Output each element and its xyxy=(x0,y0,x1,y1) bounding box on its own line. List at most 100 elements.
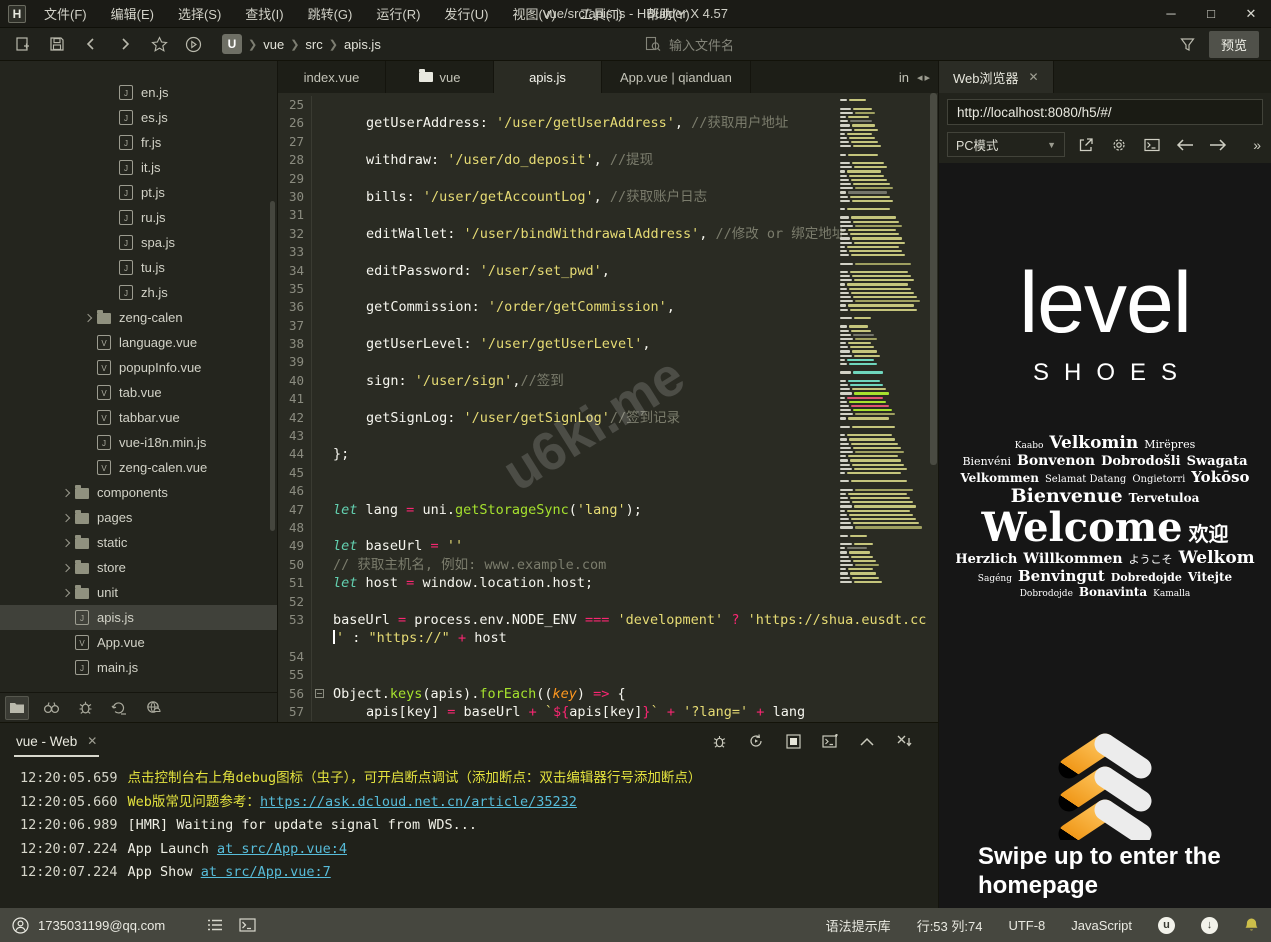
run-button[interactable] xyxy=(178,31,208,57)
code-area[interactable]: 2526getUserAddress: '/user/getUserAddres… xyxy=(278,93,938,722)
menu-T[interactable]: 工具(T) xyxy=(570,1,633,26)
fold-gutter[interactable] xyxy=(312,611,326,629)
fold-gutter[interactable] xyxy=(312,648,326,666)
browser-tab-close-icon[interactable]: ✕ xyxy=(1029,70,1039,84)
menu-E[interactable]: 编辑(E) xyxy=(101,1,164,26)
svn-refresh-icon[interactable] xyxy=(107,696,131,720)
preview-button[interactable]: 预览 xyxy=(1209,31,1259,58)
line-number[interactable]: 43 xyxy=(278,427,312,445)
bookmark-star-button[interactable] xyxy=(144,31,174,57)
line-number[interactable]: 32 xyxy=(278,225,312,243)
files-panel-icon[interactable] xyxy=(5,696,29,720)
tree-item-zeng-calen.vue[interactable]: Vzeng-calen.vue xyxy=(0,455,277,480)
line-number[interactable]: 38 xyxy=(278,335,312,353)
tree-item-unit[interactable]: unit xyxy=(0,580,277,605)
fold-gutter[interactable] xyxy=(312,666,326,684)
line-number[interactable]: 47 xyxy=(278,501,312,519)
browser-tab[interactable]: Web浏览器 ✕ xyxy=(939,61,1054,93)
web-service-icon[interactable] xyxy=(141,696,165,720)
menu-S[interactable]: 选择(S) xyxy=(168,1,231,26)
browser-viewport[interactable]: level SHOES KaaboVelkominMirëpresBienvén… xyxy=(939,163,1271,908)
menu-R[interactable]: 运行(R) xyxy=(366,1,430,26)
browser-forward-icon[interactable] xyxy=(1206,133,1230,157)
editor-scrollbar[interactable] xyxy=(930,93,937,465)
menu-G[interactable]: 跳转(G) xyxy=(298,1,363,26)
tree-item-tabbar.vue[interactable]: Vtabbar.vue xyxy=(0,405,277,430)
tree-item-components[interactable]: components xyxy=(0,480,277,505)
console-new-terminal-icon[interactable] xyxy=(820,731,840,751)
fold-gutter[interactable] xyxy=(312,685,326,703)
console-stop-icon[interactable] xyxy=(783,731,803,751)
debug-panel-icon[interactable] xyxy=(73,696,97,720)
line-number[interactable]: 29 xyxy=(278,170,312,188)
tree-item-en.js[interactable]: Jen.js xyxy=(0,80,277,105)
minimize-button[interactable]: ─ xyxy=(1151,0,1191,27)
browser-settings-gear-icon[interactable] xyxy=(1107,133,1131,157)
breadcrumb-item[interactable]: src xyxy=(305,37,322,52)
line-number[interactable]: 53 xyxy=(278,611,312,629)
tree-item-es.js[interactable]: Jes.js xyxy=(0,105,277,130)
console-collapse-icon[interactable] xyxy=(857,731,877,751)
tree-item-tab.vue[interactable]: Vtab.vue xyxy=(0,380,277,405)
fold-gutter[interactable] xyxy=(312,188,326,206)
line-number[interactable]: 51 xyxy=(278,574,312,592)
tree-item-ru.js[interactable]: Jru.js xyxy=(0,205,277,230)
breadcrumb-item[interactable]: apis.js xyxy=(344,37,381,52)
filter-icon[interactable] xyxy=(1180,37,1195,52)
browser-back-icon[interactable] xyxy=(1173,133,1197,157)
line-number[interactable]: 40 xyxy=(278,372,312,390)
close-button[interactable]: ✕ xyxy=(1231,0,1271,27)
fold-gutter[interactable] xyxy=(312,133,326,151)
fold-gutter[interactable] xyxy=(312,464,326,482)
encoding-label[interactable]: UTF-8 xyxy=(1008,918,1045,933)
editor-tab-index.vue[interactable]: index.vue xyxy=(278,61,386,93)
menu-F[interactable]: 文件(F) xyxy=(34,1,97,26)
browser-console-icon[interactable] xyxy=(1140,133,1164,157)
fold-collapse-icon[interactable] xyxy=(315,689,324,698)
forward-button[interactable] xyxy=(110,31,140,57)
tree-item-language.vue[interactable]: Vlanguage.vue xyxy=(0,330,277,355)
fold-gutter[interactable] xyxy=(312,280,326,298)
fold-gutter[interactable] xyxy=(312,390,326,408)
line-number[interactable]: 36 xyxy=(278,298,312,316)
download-update-icon[interactable]: ↓ xyxy=(1201,917,1218,934)
fold-gutter[interactable] xyxy=(312,151,326,169)
cursor-position-label[interactable]: 行:53 列:74 xyxy=(917,916,983,935)
fold-gutter[interactable] xyxy=(312,445,326,463)
tree-item-pt.js[interactable]: Jpt.js xyxy=(0,180,277,205)
fold-gutter[interactable] xyxy=(312,409,326,427)
menu-I[interactable]: 查找(I) xyxy=(235,1,293,26)
line-number[interactable]: 27 xyxy=(278,133,312,151)
tab-scroll-arrows-icon[interactable]: ◂▸ xyxy=(911,71,932,84)
menu-V[interactable]: 视图(V) xyxy=(502,1,565,26)
tree-item-pages[interactable]: pages xyxy=(0,505,277,530)
log-link[interactable]: https://ask.dcloud.net.cn/article/35232 xyxy=(260,794,577,810)
tree-item-zh.js[interactable]: Jzh.js xyxy=(0,280,277,305)
line-number[interactable]: 37 xyxy=(278,317,312,335)
line-number[interactable]: 45 xyxy=(278,464,312,482)
minimap[interactable] xyxy=(840,95,926,589)
line-number[interactable]: 49 xyxy=(278,537,312,555)
fold-gutter[interactable] xyxy=(312,317,326,335)
tree-item-tu.js[interactable]: Jtu.js xyxy=(0,255,277,280)
console-tab[interactable]: vue - Web ✕ xyxy=(14,726,99,757)
fold-gutter[interactable] xyxy=(312,593,326,611)
menu-U[interactable]: 发行(U) xyxy=(434,1,498,26)
fold-gutter[interactable] xyxy=(312,170,326,188)
terminal-icon[interactable] xyxy=(239,918,256,932)
sidebar-scrollbar[interactable] xyxy=(270,201,275,531)
fold-gutter[interactable] xyxy=(312,556,326,574)
console-clear-icon[interactable] xyxy=(894,731,914,751)
line-number[interactable]: 48 xyxy=(278,519,312,537)
editor-tab-vue[interactable]: vue xyxy=(386,61,494,93)
syntax-lib-label[interactable]: 语法提示库 xyxy=(826,916,891,935)
line-number[interactable]: 56 xyxy=(278,685,312,703)
line-number[interactable] xyxy=(278,629,312,647)
line-number[interactable]: 30 xyxy=(278,188,312,206)
tree-item-popupInfo.vue[interactable]: VpopupInfo.vue xyxy=(0,355,277,380)
fold-gutter[interactable] xyxy=(312,206,326,224)
fold-gutter[interactable] xyxy=(312,519,326,537)
fold-gutter[interactable] xyxy=(312,225,326,243)
line-number[interactable]: 31 xyxy=(278,206,312,224)
back-button[interactable] xyxy=(76,31,106,57)
